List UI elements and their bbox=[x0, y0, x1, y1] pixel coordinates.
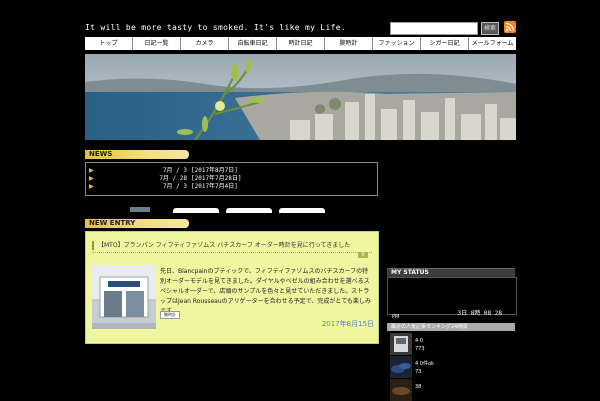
new-entry-heading: NEW ENTRY bbox=[85, 219, 189, 228]
search-button[interactable]: 検索 bbox=[481, 22, 499, 35]
nav-item[interactable]: 日記一覧 bbox=[133, 37, 181, 50]
list-meta: 4 0 bbox=[415, 338, 423, 344]
news-heading: NEWS bbox=[85, 150, 189, 159]
list-meta: 773 bbox=[415, 346, 425, 352]
tab-pill[interactable] bbox=[279, 208, 325, 213]
entry-excerpt: 先日、Blancpainのブティックで、フィフティファゾムスのバチスカーフの特別… bbox=[160, 268, 371, 315]
arrow-icon: ▶ bbox=[89, 167, 94, 174]
list-meta: 4 0件ok bbox=[415, 361, 434, 367]
main-nav: トップ 日記一覧 カメラ 自転車日記 時計日記 腕時計 ファッション シガー日記… bbox=[85, 37, 516, 50]
nav-item[interactable]: メールフォーム bbox=[469, 37, 516, 50]
news-title[interactable]: [2017年7月4日] bbox=[191, 183, 238, 191]
header-banner-image bbox=[85, 54, 516, 140]
nav-item[interactable]: 腕時計 bbox=[325, 37, 373, 50]
news-date: 7月 / 3 bbox=[162, 183, 187, 190]
news-list: ▶ 7月 / 3 [2017年8月7日] ▶ 7月 / 28 [2017年7月2… bbox=[85, 162, 378, 196]
site-tagline: It will be more tasty to smoked. It's li… bbox=[85, 23, 346, 32]
status-time: 3日 8時 08 28 bbox=[457, 310, 502, 317]
nav-item[interactable]: 自転車日記 bbox=[229, 37, 277, 50]
post-thumbnail[interactable] bbox=[390, 379, 412, 401]
my-status-heading: MY STATUS bbox=[387, 268, 515, 277]
tab-decoration bbox=[130, 207, 150, 212]
news-item[interactable]: ▶ 7月 / 28 [2017年7月28日] bbox=[86, 175, 377, 183]
news-date: 7月 / 3 bbox=[162, 167, 187, 174]
nav-item[interactable]: ファッション bbox=[373, 37, 421, 50]
post-thumbnail[interactable] bbox=[390, 356, 412, 378]
entry-card: 【MTO】ブランパン フィフティファゾムス バチスカーフ オーダー時計を見に行っ… bbox=[85, 231, 379, 344]
status-panel: 3日 8時 08 28 PM bbox=[387, 277, 517, 320]
news-title[interactable]: [2017年7月28日] bbox=[191, 175, 242, 183]
title-bar-icon bbox=[92, 241, 94, 250]
comment-count-badge[interactable]: 0 bbox=[358, 252, 368, 258]
status-ampm: PM bbox=[392, 314, 400, 320]
nav-item[interactable]: カメラ bbox=[181, 37, 229, 50]
rss-icon[interactable] bbox=[504, 21, 516, 33]
list-meta: 38 bbox=[415, 384, 422, 390]
nav-item[interactable]: 時計日記 bbox=[277, 37, 325, 50]
entry-title-text[interactable]: 【MTO】ブランパン フィフティファゾムス バチスカーフ オーダー時計を見に行っ… bbox=[98, 242, 350, 249]
nav-item[interactable]: シガー日記 bbox=[421, 37, 469, 50]
news-item[interactable]: ▶ 7月 / 3 [2017年7月4日] bbox=[86, 183, 377, 191]
entry-title[interactable]: 【MTO】ブランパン フィフティファゾムス バチスカーフ オーダー時計を見に行っ… bbox=[92, 240, 372, 253]
news-date: 7月 / 28 bbox=[159, 175, 187, 182]
tab-pill[interactable] bbox=[173, 208, 219, 213]
list-item[interactable]: 4 0 773 bbox=[387, 333, 515, 355]
post-thumbnail[interactable] bbox=[390, 333, 412, 355]
news-item[interactable]: ▶ 7月 / 3 [2017年8月7日] bbox=[86, 167, 377, 175]
entry-thumbnail[interactable] bbox=[92, 265, 156, 329]
news-title[interactable]: [2017年8月7日] bbox=[191, 167, 238, 175]
nav-item[interactable]: トップ bbox=[85, 37, 133, 50]
list-item[interactable]: 4 0件ok 73 bbox=[387, 356, 515, 378]
search-input[interactable] bbox=[390, 22, 478, 35]
popular-posts-heading: 最近の人気記事ランキング24時間 bbox=[387, 323, 515, 331]
entry-date: 2017年8月15日 bbox=[321, 320, 374, 328]
list-item[interactable]: 38 bbox=[387, 379, 515, 401]
entry-tag[interactable]: 腕時計 bbox=[160, 311, 180, 319]
arrow-icon: ▶ bbox=[89, 183, 94, 190]
list-meta: 73 bbox=[415, 369, 422, 375]
arrow-icon: ▶ bbox=[89, 175, 94, 182]
tab-pill[interactable] bbox=[226, 208, 272, 213]
